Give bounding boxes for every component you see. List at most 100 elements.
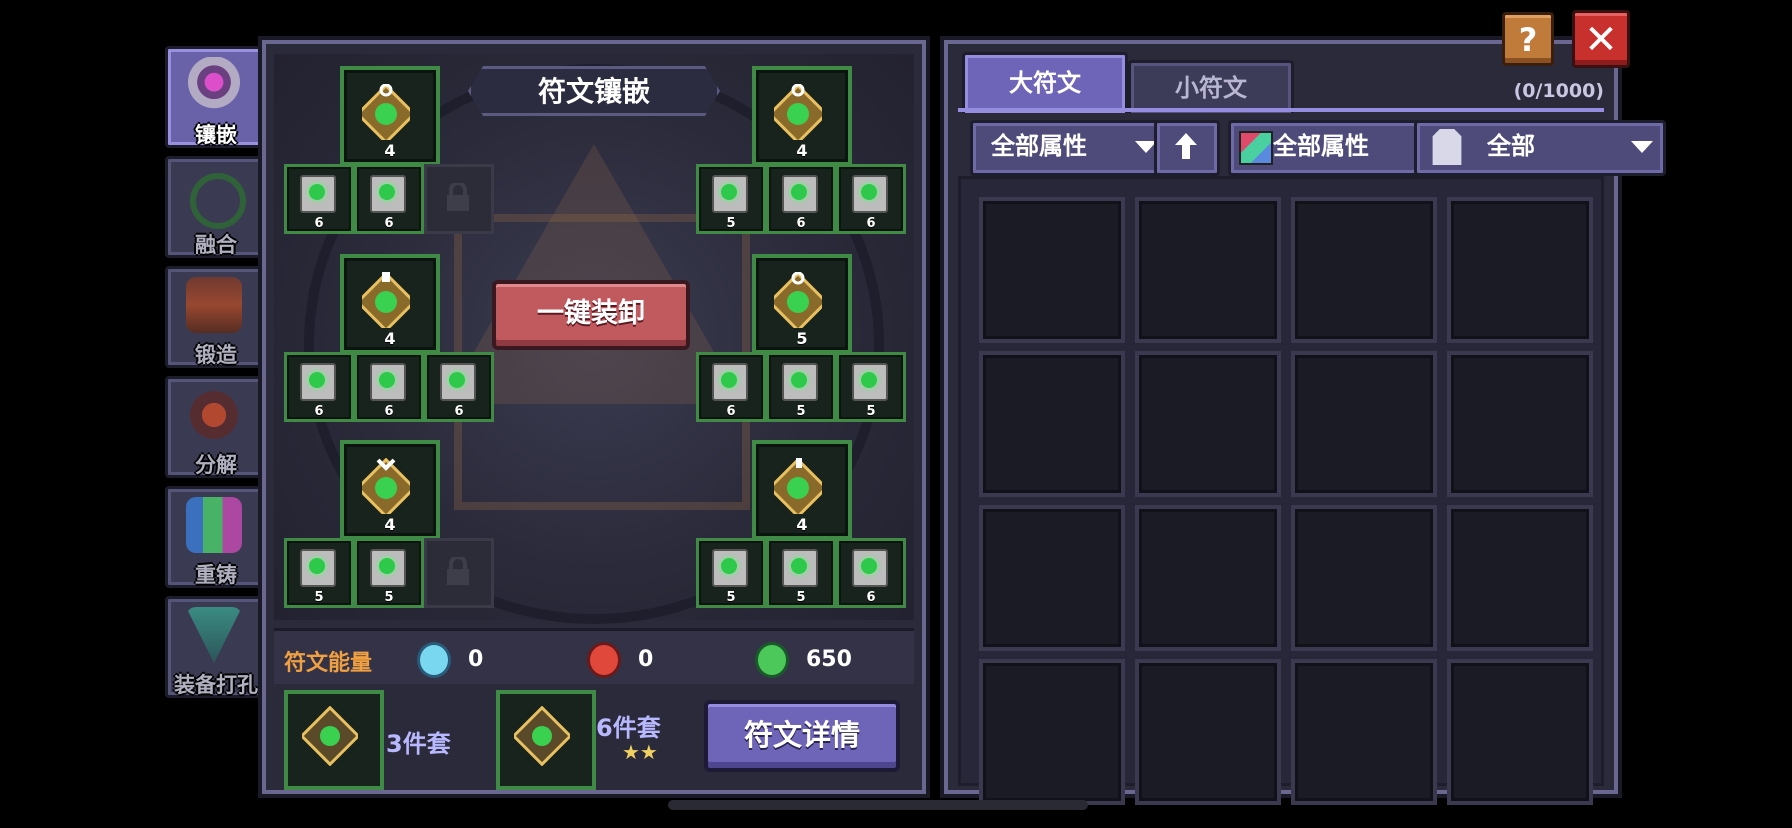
rune-level: 6: [314, 404, 324, 419]
rune-set-icon: [302, 706, 358, 766]
small-rune-icon: [370, 549, 406, 587]
inventory-cell[interactable]: [979, 505, 1125, 651]
attribute-filter-dropdown[interactable]: 全部属性: [970, 120, 1170, 176]
small-rune-icon: [440, 363, 476, 401]
small-rune-slot[interactable]: 6: [836, 538, 906, 608]
rune-level: 4: [796, 515, 808, 534]
set-stars: ★★: [622, 740, 658, 764]
inventory-cell[interactable]: [1447, 197, 1593, 343]
rune-gem-icon: [362, 272, 410, 328]
rune-gem-icon: [774, 272, 822, 328]
small-rune-slot[interactable]: 5: [354, 538, 424, 608]
locked-rune-slot[interactable]: [424, 164, 494, 234]
scroll-indicator: [668, 800, 1088, 810]
small-rune-slot[interactable]: 6: [284, 164, 354, 234]
small-rune-slot[interactable]: 5: [696, 538, 766, 608]
attribute-filter-value: 全部属性: [991, 132, 1087, 160]
sort-button[interactable]: [1154, 120, 1220, 176]
sidebar-item-forge[interactable]: 锻造: [165, 266, 267, 368]
sidebar-item-label: 分解: [195, 453, 237, 477]
sidebar-item-inlay[interactable]: 镶嵌: [165, 46, 267, 148]
lock-icon: [447, 557, 469, 585]
set-slot-6[interactable]: [496, 690, 596, 790]
help-button[interactable]: ?: [1502, 12, 1554, 66]
small-rune-slot[interactable]: 6: [836, 164, 906, 234]
small-rune-icon: [300, 549, 336, 587]
small-rune-icon: [852, 363, 888, 401]
small-rune-slot[interactable]: 6: [424, 352, 494, 422]
blue-energy-value: 0: [468, 647, 484, 672]
close-button[interactable]: ✕: [1572, 10, 1630, 68]
small-rune-slot[interactable]: 6: [766, 164, 836, 234]
inventory-cell[interactable]: [1135, 351, 1281, 497]
inventory-cell[interactable]: [1291, 505, 1437, 651]
rune-level: 4: [796, 141, 808, 160]
decompose-icon: [186, 387, 242, 443]
small-rune-slot[interactable]: 5: [766, 352, 836, 422]
sidebar-item-label: 镶嵌: [195, 123, 237, 147]
set-slot-3[interactable]: [284, 690, 384, 790]
big-rune-slot[interactable]: 4: [340, 440, 440, 540]
inventory-cell[interactable]: [1447, 659, 1593, 805]
big-rune-slot[interactable]: 5: [752, 254, 852, 354]
knight-helmet-icon: [1432, 129, 1462, 165]
small-rune-icon: [712, 549, 748, 587]
sidebar-item-reforge[interactable]: 重铸: [165, 486, 267, 588]
rune-level: 6: [384, 216, 394, 231]
inventory-cell[interactable]: [1291, 659, 1437, 805]
sidebar-item-label: 装备打孔: [174, 673, 258, 697]
small-rune-icon: [370, 175, 406, 213]
energy-label: 符文能量: [284, 651, 373, 676]
big-rune-slot[interactable]: 4: [752, 66, 852, 166]
small-rune-icon: [712, 175, 748, 213]
rune-gem-icon: [362, 84, 410, 140]
sidebar-item-label: 重铸: [195, 563, 237, 587]
set-6-label: 6件套: [596, 714, 661, 742]
small-rune-slot[interactable]: 6: [354, 164, 424, 234]
small-rune-slot[interactable]: 6: [284, 352, 354, 422]
small-rune-slot[interactable]: 6: [354, 352, 424, 422]
inventory-cell[interactable]: [1135, 505, 1281, 651]
small-rune-slot[interactable]: 5: [284, 538, 354, 608]
small-rune-slot[interactable]: 5: [766, 538, 836, 608]
inventory-cell[interactable]: [1447, 351, 1593, 497]
big-rune-slot[interactable]: 4: [340, 66, 440, 166]
rune-gem-icon: [774, 458, 822, 514]
small-rune-slot[interactable]: 5: [836, 352, 906, 422]
green-energy-value: 650: [806, 647, 852, 672]
rune-level: 6: [454, 404, 464, 419]
horns-gem-icon: [186, 57, 242, 113]
tab-big-rune[interactable]: 大符文: [962, 52, 1128, 113]
inventory-cell[interactable]: [1447, 505, 1593, 651]
rune-detail-button[interactable]: 符文详情: [704, 700, 900, 772]
inventory-cell[interactable]: [1291, 351, 1437, 497]
locked-rune-slot[interactable]: [424, 538, 494, 608]
big-rune-slot[interactable]: 4: [752, 440, 852, 540]
rune-level: 4: [384, 329, 396, 348]
one-click-unequip-button[interactable]: 一键装卸: [492, 280, 690, 350]
tab-small-rune[interactable]: 小符文: [1128, 60, 1294, 113]
rune-level: 6: [384, 404, 394, 419]
small-rune-slot[interactable]: 6: [696, 352, 766, 422]
small-rune-icon: [852, 175, 888, 213]
inventory-cell[interactable]: [1135, 659, 1281, 805]
small-rune-slot[interactable]: 5: [696, 164, 766, 234]
inventory-cell[interactable]: [979, 197, 1125, 343]
character-filter-dropdown[interactable]: 全部: [1414, 120, 1666, 176]
sidebar-item-decompose[interactable]: 分解: [165, 376, 267, 478]
set-3-label: 3件套: [386, 730, 451, 758]
big-rune-slot[interactable]: 4: [340, 254, 440, 354]
red-energy-value: 0: [638, 647, 654, 672]
small-rune-icon: [300, 363, 336, 401]
sidebar-item-fusion[interactable]: 融合: [165, 156, 267, 258]
rune-level: 5: [866, 404, 876, 419]
sidebar-item-drill[interactable]: 装备打孔: [165, 596, 267, 698]
inventory-cell[interactable]: [1291, 197, 1437, 343]
inventory-cell[interactable]: [979, 659, 1125, 805]
rune-energy-bar: 符文能量 0 0 650: [274, 628, 914, 684]
rune-level: 4: [384, 515, 396, 534]
small-rune-icon: [852, 549, 888, 587]
fusion-rings-icon: [190, 173, 246, 229]
inventory-cell[interactable]: [979, 351, 1125, 497]
inventory-cell[interactable]: [1135, 197, 1281, 343]
